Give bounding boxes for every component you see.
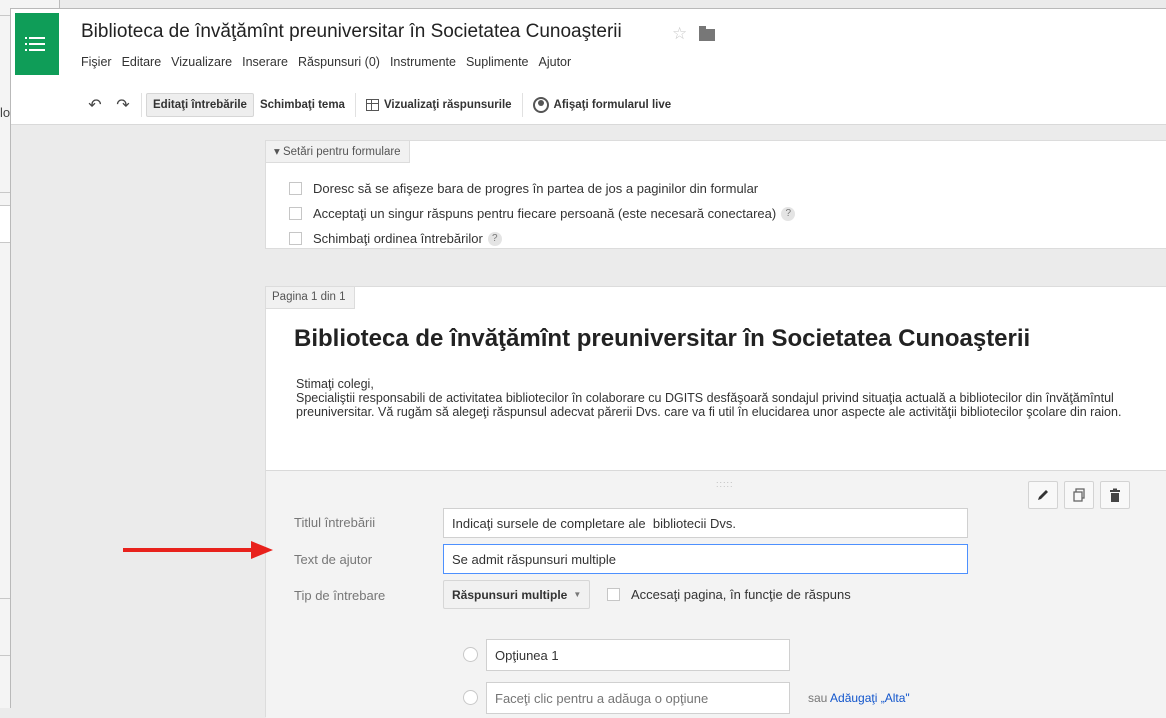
change-theme-button[interactable]: Schimbaţi tema xyxy=(254,94,351,116)
question-type-label: Tip de întrebare xyxy=(294,588,386,603)
view-responses-button[interactable]: Vizualizaţi răspunsurile xyxy=(360,94,518,116)
help-text-label: Text de ajutor xyxy=(294,552,373,567)
drag-handle-icon[interactable]: ::::: xyxy=(716,479,734,489)
question-editor: ::::: Titlul întrebării Text de ajutor T… xyxy=(266,470,1166,718)
setting-label: Schimbaţi ordinea întrebărilor xyxy=(313,231,483,246)
page-indicator: Pagina 1 din 1 xyxy=(266,287,355,309)
edit-questions-button[interactable]: Editaţi întrebările xyxy=(146,93,254,117)
add-option-input[interactable] xyxy=(486,682,790,714)
annotation-arrow-icon xyxy=(123,541,273,559)
view-live-form-label: Afişaţi formularul live xyxy=(553,99,672,111)
view-live-form-button[interactable]: Afişaţi formularul live xyxy=(527,92,678,118)
form-title[interactable]: Biblioteca de învăţămînt preuniversitar … xyxy=(294,325,1030,353)
setting-shuffle-questions[interactable]: Schimbaţi ordinea întrebărilor ? xyxy=(289,231,502,246)
background-text-fragment: lo xyxy=(0,105,11,120)
setting-one-response[interactable]: Acceptaţi un singur răspuns pentru fieca… xyxy=(289,206,796,221)
setting-label: Doresc să se afişeze bara de progres în … xyxy=(313,181,759,196)
radio-icon xyxy=(463,690,478,705)
chevron-down-icon: ▼ xyxy=(573,590,582,599)
option-1-input[interactable] xyxy=(486,639,790,671)
question-title-label: Titlul întrebării xyxy=(294,515,376,530)
toolbar-separator xyxy=(141,93,142,117)
star-icon[interactable]: ☆ xyxy=(672,24,687,44)
menu-responses[interactable]: Răspunsuri (0) xyxy=(293,55,385,69)
progress-bar-checkbox[interactable] xyxy=(289,182,302,195)
page-navigation-label: Accesaţi pagina, în funcţie de răspuns xyxy=(631,587,851,602)
menu-file[interactable]: Fişier xyxy=(79,55,117,69)
help-text-input[interactable] xyxy=(443,544,968,574)
toolbar: ↶ ↷ Editaţi întrebările Schimbaţi tema V… xyxy=(11,86,1166,124)
description-greeting: Stimaţi colegi, xyxy=(296,377,374,391)
form-page-card: Pagina 1 din 1 Biblioteca de învăţămînt … xyxy=(265,286,1166,718)
one-response-checkbox[interactable] xyxy=(289,207,302,220)
document-title[interactable]: Biblioteca de învăţămînt preuniversitar … xyxy=(81,21,622,43)
menu-tools[interactable]: Instrumente xyxy=(385,55,461,69)
question-type-value: Răspunsuri multiple xyxy=(452,587,568,602)
view-responses-label: Vizualizaţi răspunsurile xyxy=(383,99,512,111)
spreadsheet-icon xyxy=(365,99,379,111)
add-other-link[interactable]: Adăugaţi „Alta" xyxy=(830,691,910,705)
change-theme-label: Schimbaţi tema xyxy=(259,99,345,111)
duplicate-icon xyxy=(1073,488,1085,502)
menu-help[interactable]: Ajutor xyxy=(534,55,577,69)
menu-insert[interactable]: Inserare xyxy=(237,55,293,69)
undo-icon[interactable]: ↶ xyxy=(81,95,109,115)
setting-progress-bar[interactable]: Doresc să se afişeze bara de progres în … xyxy=(289,181,758,196)
question-title-input[interactable] xyxy=(443,508,968,538)
question-type-select[interactable]: Răspunsuri multiple ▼ xyxy=(443,580,591,609)
radio-icon xyxy=(463,647,478,662)
help-icon[interactable]: ? xyxy=(487,231,502,246)
form-settings-panel: ▾ Setări pentru formulare Doresc să se a… xyxy=(265,140,1166,249)
page-navigation-option[interactable]: Accesaţi pagina, în funcţie de răspuns xyxy=(607,587,851,602)
trash-icon xyxy=(1110,488,1120,502)
toolbar-separator xyxy=(354,93,356,117)
toolbar-separator xyxy=(521,93,523,117)
help-icon[interactable]: ? xyxy=(781,206,796,221)
shuffle-questions-checkbox[interactable] xyxy=(289,232,302,245)
folder-icon[interactable] xyxy=(699,26,716,41)
redo-icon[interactable]: ↷ xyxy=(109,95,137,115)
edit-questions-label: Editaţi întrebările xyxy=(153,99,247,111)
forms-editor-window: Biblioteca de învăţămînt preuniversitar … xyxy=(10,8,1166,718)
form-description[interactable]: Stimaţi colegi, Specialiştii responsabil… xyxy=(296,377,1146,419)
add-other-option: sau Adăugaţi „Alta" xyxy=(808,691,910,705)
or-text: sau xyxy=(808,691,828,705)
form-settings-toggle[interactable]: ▾ Setări pentru formulare xyxy=(266,141,410,163)
menu-addons[interactable]: Suplimente xyxy=(461,55,534,69)
page-navigation-checkbox[interactable] xyxy=(607,588,620,601)
globe-link-icon xyxy=(532,97,549,113)
description-body: Specialiştii responsabili de activitatea… xyxy=(296,391,1122,419)
forms-logo-icon[interactable] xyxy=(15,13,59,75)
menu-view[interactable]: Vizualizare xyxy=(166,55,237,69)
pencil-icon xyxy=(1038,490,1048,500)
setting-label: Acceptaţi un singur răspuns pentru fieca… xyxy=(313,206,777,221)
duplicate-question-button[interactable] xyxy=(1064,481,1094,509)
menu-edit[interactable]: Editare xyxy=(117,55,167,69)
delete-question-button[interactable] xyxy=(1100,481,1130,509)
edit-question-button[interactable] xyxy=(1028,481,1058,509)
header: Biblioteca de învăţămînt preuniversitar … xyxy=(11,9,1166,125)
menu-bar: Fişier Editare Vizualizare Inserare Răsp… xyxy=(79,55,576,69)
